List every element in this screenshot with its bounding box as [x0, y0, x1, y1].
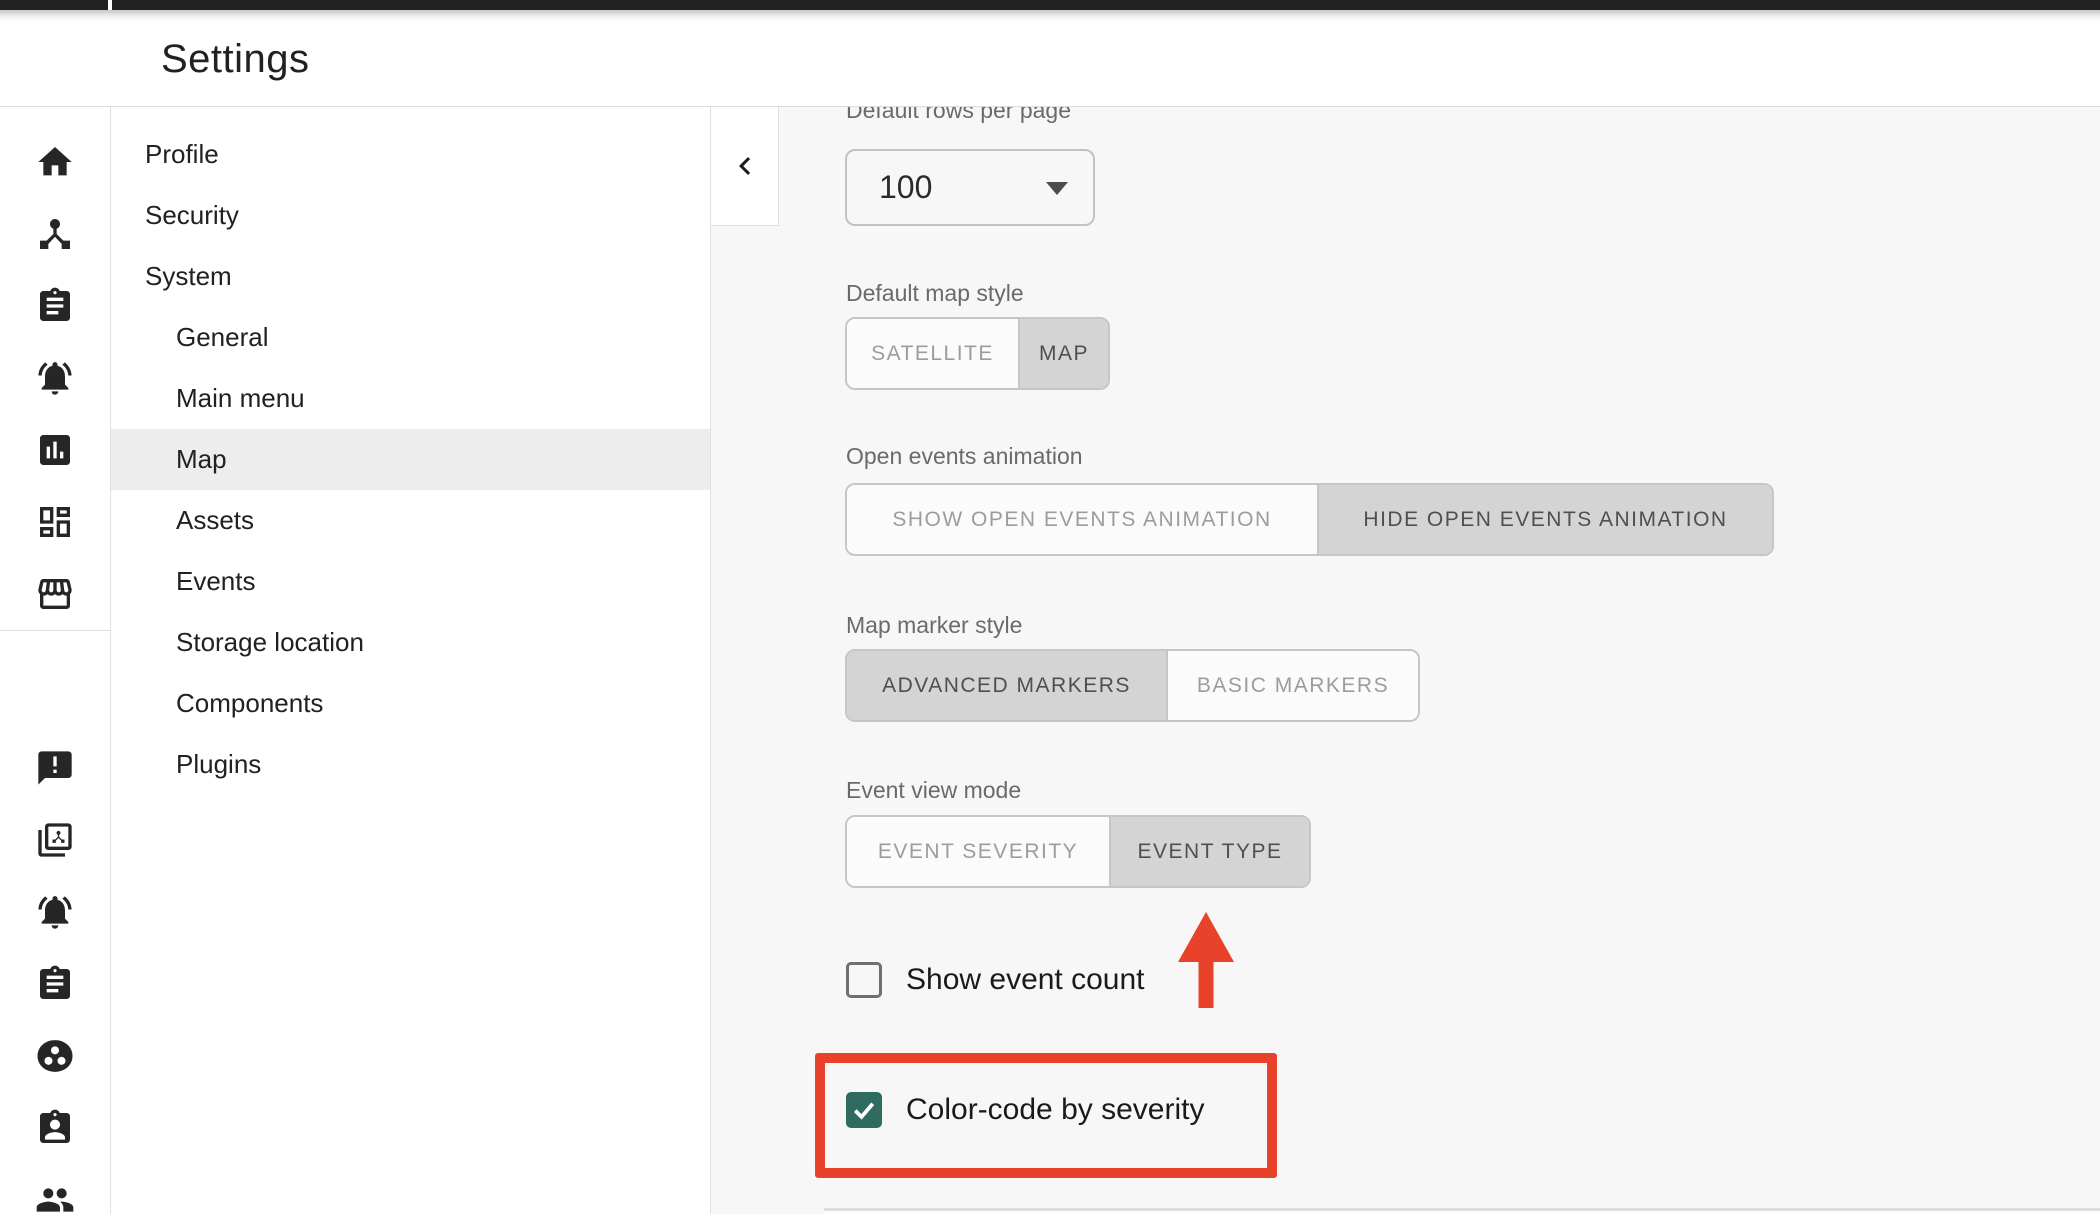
- toggle-option-advanced-markers[interactable]: ADVANCED MARKERS: [847, 651, 1166, 720]
- color-code-by-severity-label: Color-code by severity: [906, 1093, 1204, 1127]
- menu-item-system[interactable]: System: [111, 246, 710, 307]
- settings-page: Settings: [0, 0, 2100, 1214]
- toggle-option-map[interactable]: MAP: [1018, 319, 1108, 388]
- show-event-count-label: Show event count: [906, 963, 1145, 997]
- settings-menu: Profile Security System General Main men…: [111, 107, 711, 1214]
- toggle-option-satellite[interactable]: SATELLITE: [847, 319, 1018, 388]
- page-title: Settings: [161, 10, 310, 107]
- home-icon[interactable]: [35, 142, 75, 182]
- toggle-option-event-severity[interactable]: EVENT SEVERITY: [847, 817, 1109, 886]
- menu-item-storage-location[interactable]: Storage location: [111, 612, 710, 673]
- open-events-animation-toggle: SHOW OPEN EVENTS ANIMATION HIDE OPEN EVE…: [845, 483, 1774, 556]
- chevron-left-icon: [727, 148, 763, 184]
- storefront-icon[interactable]: [35, 574, 75, 614]
- bar-chart-icon[interactable]: [35, 430, 75, 470]
- map-marker-style-label: Map marker style: [846, 612, 1022, 639]
- event-view-mode-label: Event view mode: [846, 777, 1021, 804]
- menu-item-profile[interactable]: Profile: [111, 124, 710, 185]
- rows-per-page-value: 100: [879, 151, 932, 224]
- rail-section-divider: [0, 630, 111, 631]
- device-hub-icon[interactable]: [35, 214, 75, 254]
- toggle-option-event-type[interactable]: EVENT TYPE: [1109, 817, 1309, 886]
- menu-item-map[interactable]: Map: [111, 429, 710, 490]
- app-header: Settings: [0, 10, 2100, 107]
- clipboard-icon[interactable]: [35, 286, 75, 326]
- menu-item-components[interactable]: Components: [111, 673, 710, 734]
- feedback-icon[interactable]: [35, 748, 75, 788]
- open-events-animation-label: Open events animation: [846, 443, 1083, 470]
- show-event-count-row: Show event count: [846, 962, 1145, 998]
- map-style-label: Default map style: [846, 280, 1024, 307]
- main-nav-rail: [0, 107, 111, 1214]
- dashboard-icon[interactable]: [35, 502, 75, 542]
- people-icon[interactable]: [35, 1180, 75, 1214]
- menu-item-events[interactable]: Events: [111, 551, 710, 612]
- toggle-option-hide-open-events-animation[interactable]: HIDE OPEN EVENTS ANIMATION: [1317, 485, 1772, 554]
- media-hub-icon[interactable]: [35, 820, 75, 860]
- color-code-by-severity-checkbox[interactable]: [846, 1092, 882, 1128]
- topbar-panel-notch: [108, 0, 112, 10]
- menu-item-security[interactable]: Security: [111, 185, 710, 246]
- collapse-menu-button[interactable]: [711, 107, 779, 226]
- map-marker-style-toggle: ADVANCED MARKERS BASIC MARKERS: [845, 649, 1420, 722]
- toggle-option-basic-markers[interactable]: BASIC MARKERS: [1166, 651, 1418, 720]
- notifications-icon[interactable]: [35, 358, 75, 398]
- next-section-divider: [824, 1208, 2100, 1214]
- map-style-toggle: SATELLITE MAP: [845, 317, 1110, 390]
- notifications-icon[interactable]: [35, 892, 75, 932]
- toggle-option-show-open-events-animation[interactable]: SHOW OPEN EVENTS ANIMATION: [847, 485, 1317, 554]
- clipboard-icon[interactable]: [35, 964, 75, 1004]
- menu-item-general[interactable]: General: [111, 307, 710, 368]
- dropdown-caret-icon: [1046, 182, 1068, 195]
- top-status-bar: [0, 0, 2100, 10]
- color-code-by-severity-row: Color-code by severity: [846, 1092, 1204, 1128]
- assignment-person-icon[interactable]: [35, 1108, 75, 1148]
- menu-item-main-menu[interactable]: Main menu: [111, 368, 710, 429]
- group-work-icon[interactable]: [35, 1036, 75, 1076]
- menu-item-assets[interactable]: Assets: [111, 490, 710, 551]
- checkmark-icon: [849, 1095, 879, 1125]
- annotation-arrow-up-icon: [1178, 912, 1234, 1008]
- menu-item-plugins[interactable]: Plugins: [111, 734, 710, 795]
- show-event-count-checkbox[interactable]: [846, 962, 882, 998]
- event-view-mode-toggle: EVENT SEVERITY EVENT TYPE: [845, 815, 1311, 888]
- rows-per-page-select[interactable]: 100: [845, 149, 1095, 226]
